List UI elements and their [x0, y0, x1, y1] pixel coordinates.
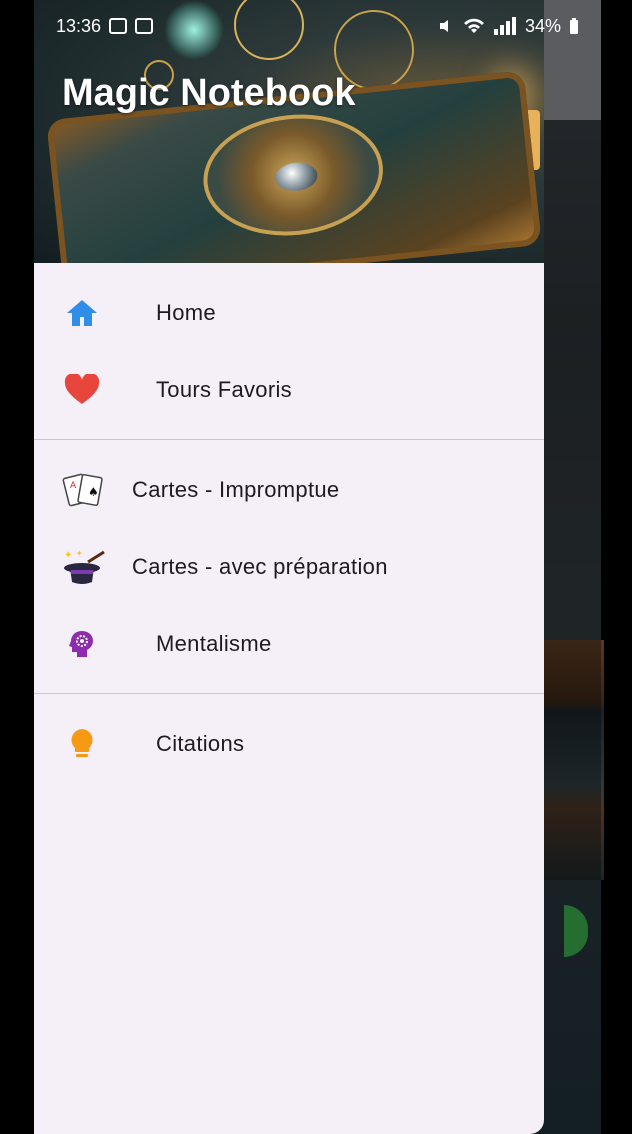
navigation-drawer: Magic Notebook Home Tours Favoris A ♠ Ca…: [34, 0, 544, 1134]
status-time: 13:36: [56, 15, 102, 36]
wifi-icon: [463, 18, 484, 33]
playing-cards-icon: A ♠: [62, 470, 106, 510]
menu-label-quotes: Citations: [156, 730, 245, 756]
menu-item-favorites[interactable]: Tours Favoris: [34, 351, 544, 428]
home-icon: [62, 293, 102, 333]
svg-text:✦: ✦: [64, 550, 72, 561]
svg-text:✦: ✦: [76, 549, 83, 558]
drawer-title: Magic Notebook: [62, 72, 356, 114]
status-right: 34%: [437, 16, 579, 37]
menu-item-cards-impromptu[interactable]: A ♠ Cartes - Impromptue: [34, 451, 544, 528]
menu-item-cards-prepared[interactable]: ✦ ✦ Cartes - avec préparation: [34, 528, 544, 605]
mind-gear-icon: [62, 624, 102, 664]
heart-icon: [62, 370, 102, 410]
menu-label-favorites: Tours Favoris: [156, 376, 292, 402]
mute-icon: [439, 20, 448, 32]
lightbulb-icon: [62, 724, 102, 764]
status-bar: 13:36 34%: [34, 0, 601, 52]
menu-label-home: Home: [156, 299, 216, 325]
battery-percent: 34%: [524, 15, 561, 36]
notification-icon: [135, 18, 154, 34]
battery-icon: [570, 18, 578, 34]
menu-item-quotes[interactable]: Citations: [34, 705, 544, 782]
divider: [34, 439, 544, 440]
gallery-icon: [109, 18, 128, 34]
menu-label-cards-impromptu: Cartes - Impromptue: [132, 476, 340, 502]
menu-label-cards-prepared: Cartes - avec préparation: [132, 553, 388, 579]
status-left: 13:36: [56, 15, 154, 37]
svg-text:A: A: [70, 481, 77, 491]
svg-text:♠: ♠: [88, 485, 99, 499]
divider: [34, 693, 544, 694]
menu-item-mentalism[interactable]: Mentalisme: [34, 605, 544, 682]
magic-hat-icon: ✦ ✦: [62, 547, 106, 587]
signal-icon: [493, 17, 516, 35]
drawer-menu: Home Tours Favoris A ♠ Cartes - Imprompt…: [34, 263, 544, 782]
menu-label-mentalism: Mentalisme: [156, 630, 272, 656]
menu-item-home[interactable]: Home: [34, 274, 544, 351]
